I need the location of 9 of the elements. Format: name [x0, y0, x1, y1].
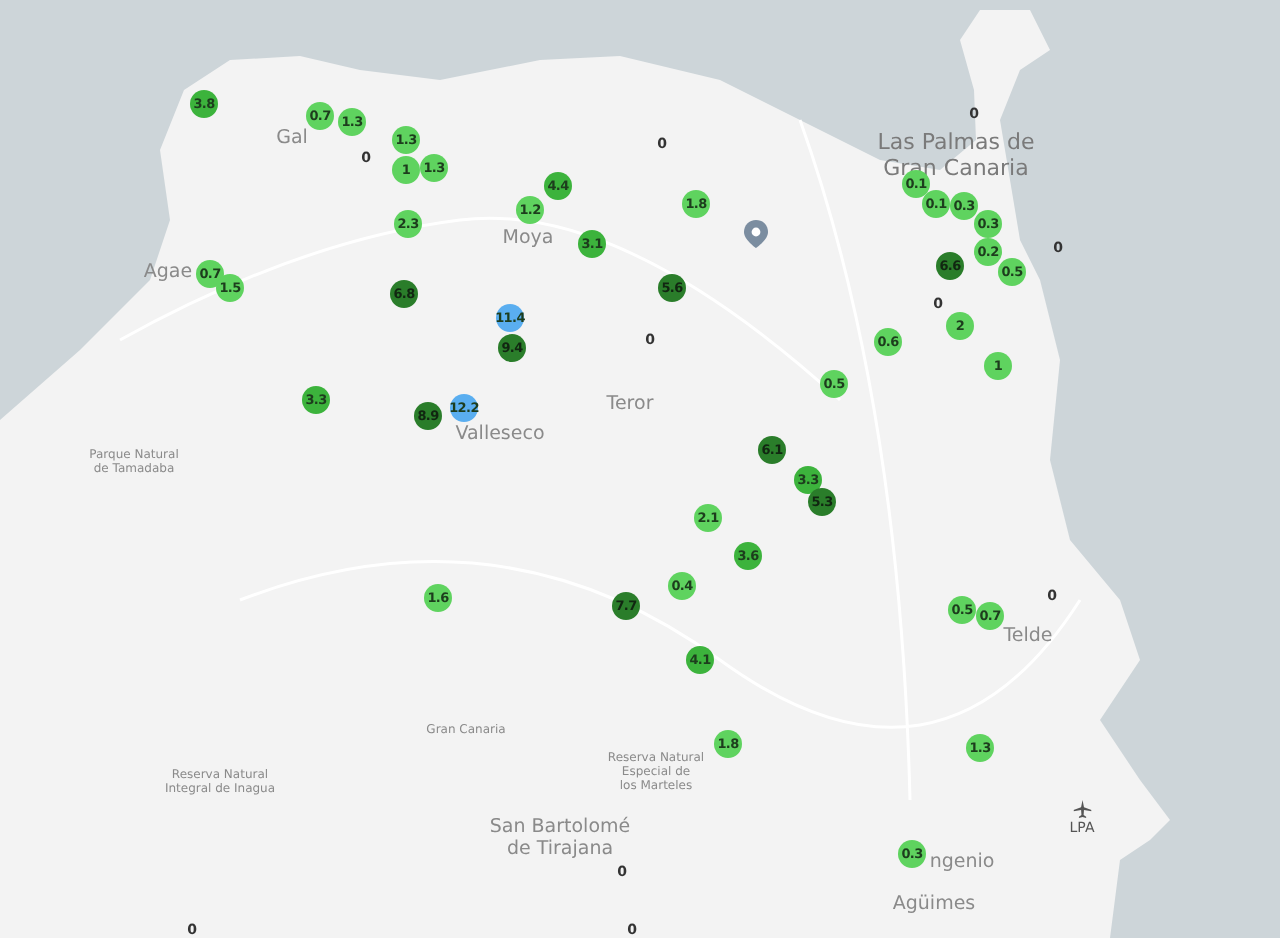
place-label: Gal	[276, 129, 308, 151]
place-label: San Bartolomé de Tirajana	[489, 818, 631, 862]
place-label: Valleseco	[455, 425, 545, 447]
place-label: ngenio	[929, 853, 995, 875]
place-label: Agae	[143, 263, 193, 285]
place-label: Agüimes	[892, 895, 976, 917]
place-label: Teror	[606, 395, 654, 417]
place-label: Moya	[502, 229, 554, 251]
place-label: Telde	[1003, 627, 1053, 649]
